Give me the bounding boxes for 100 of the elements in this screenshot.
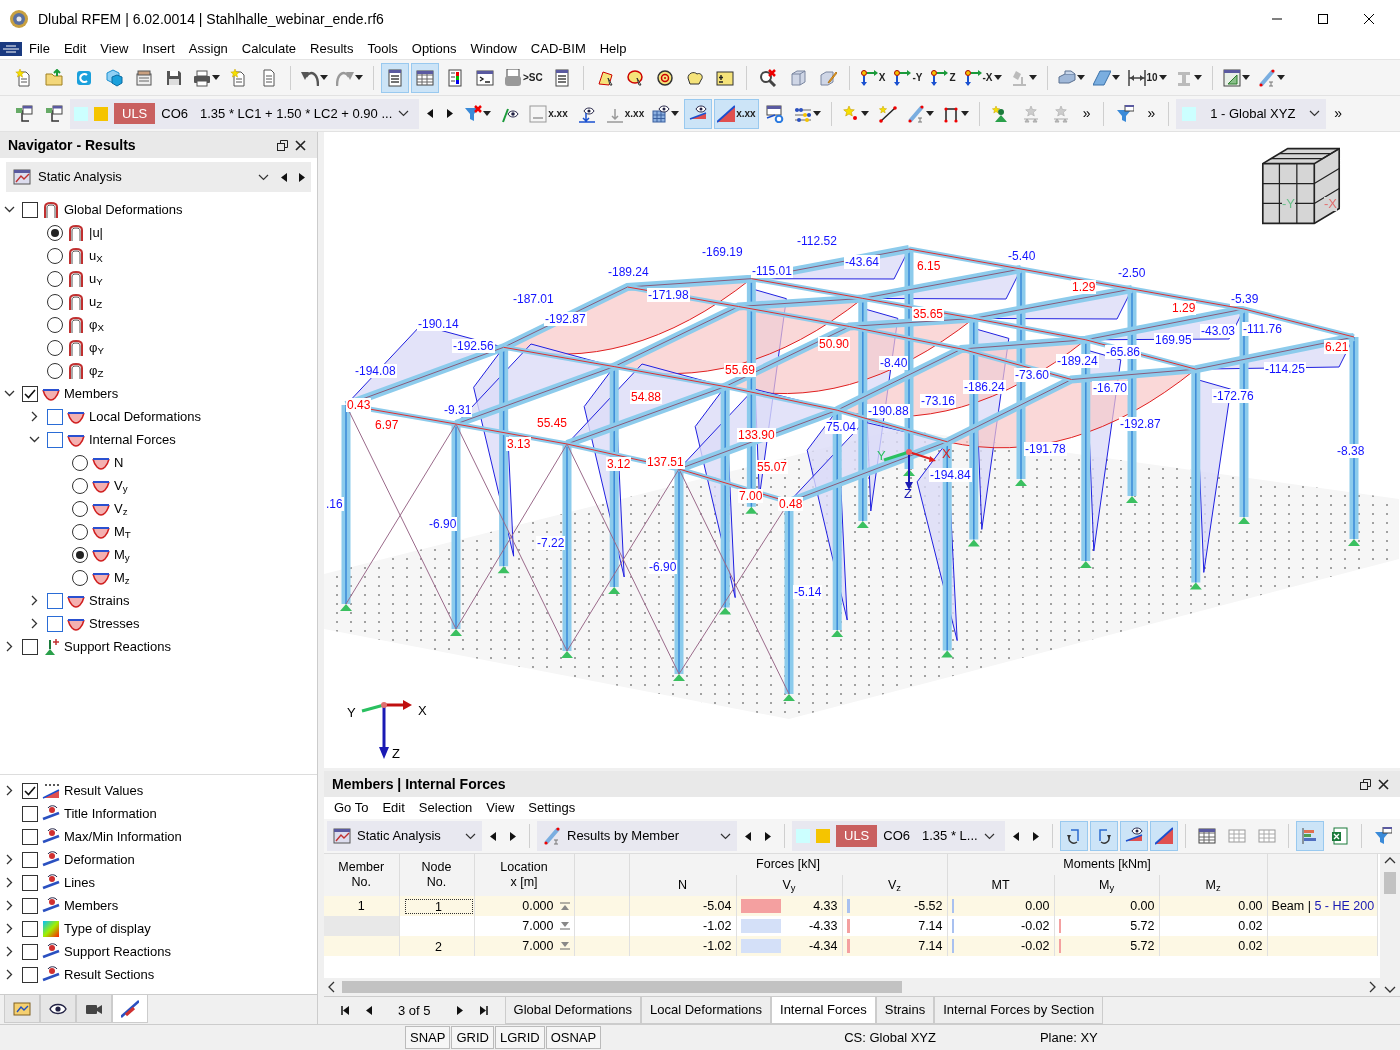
tree-item[interactable]: Lines <box>64 872 96 893</box>
table-cell: 1 <box>324 896 399 916</box>
tree-item[interactable]: Support Reactions <box>64 941 171 962</box>
menu-item[interactable]: Window <box>463 38 524 59</box>
menu-item[interactable]: Help <box>592 38 634 59</box>
tab[interactable]: Local Deformations <box>641 997 772 1024</box>
tree-item[interactable]: φ$_{X}$ <box>89 314 104 335</box>
tree-item[interactable]: Members <box>64 895 119 916</box>
tree-item[interactable]: Result Values <box>64 780 144 801</box>
status-toggle[interactable]: SNAP <box>405 1025 451 1050</box>
tab[interactable]: Internal Forces <box>771 997 876 1024</box>
column-header: V$_{z}$ <box>842 875 948 896</box>
tree-item[interactable]: N <box>114 452 124 473</box>
menu-item[interactable]: Edit <box>375 798 412 818</box>
axis-button[interactable]: -X <box>960 62 1005 93</box>
tree-item[interactable]: Internal Forces <box>89 429 176 450</box>
menu-item[interactable]: Assign <box>181 38 235 59</box>
tab[interactable]: Global Deformations <box>504 997 642 1024</box>
tree-item[interactable]: Global Deformations <box>64 199 183 220</box>
tree-item[interactable]: Title Information <box>64 803 157 824</box>
result-value-label: -43.03 <box>1200 324 1237 338</box>
tree-item[interactable]: Max/Min Information <box>64 826 182 847</box>
menu-item[interactable]: Edit <box>56 38 94 59</box>
tree-item[interactable]: Strains <box>89 590 130 611</box>
tree-item[interactable]: Stresses <box>89 613 140 634</box>
tree-item[interactable]: M$_{z}$ <box>114 567 130 588</box>
result-value-label: -192.87 <box>544 312 587 326</box>
table-cell: 2 <box>399 936 474 956</box>
tree-item[interactable]: Deformation <box>64 849 135 870</box>
result-value-label: 1.29 <box>1171 301 1197 315</box>
axis-button[interactable]: -Y <box>890 62 926 93</box>
tree-item[interactable]: u$_{Y}$ <box>89 268 103 289</box>
load-case-selector[interactable]: ULS CO6 1.35 * LC1 + 1.50 * LC2 + 0.90 ... <box>70 98 420 129</box>
result-value-label: -192.87 <box>1119 417 1162 431</box>
tree-item[interactable]: |u| <box>89 222 103 243</box>
column-header: N <box>629 875 736 896</box>
menu-item[interactable]: Options <box>404 38 464 59</box>
result-value-label: 3.13 <box>506 437 532 451</box>
result-value-label: 6.15 <box>916 259 942 273</box>
table-cell: -4.34 <box>736 936 842 956</box>
status-toggle[interactable]: OSNAP <box>545 1025 602 1050</box>
column-group-header: Moments [kNm] <box>947 854 1268 875</box>
menu-item[interactable]: View <box>93 38 136 59</box>
result-value-label: -9.31 <box>443 403 473 417</box>
result-value-label: 75.04 <box>825 420 858 434</box>
script-button[interactable]: >SC <box>501 62 546 93</box>
column-header: V$_{y}$ <box>736 875 842 896</box>
result-value-label: -5.40 <box>1007 249 1037 263</box>
tree-item[interactable]: φ$_{Y}$ <box>89 337 104 358</box>
more-button[interactable]: » <box>1076 103 1097 124</box>
menu-item[interactable]: CAD-BIM <box>523 38 593 59</box>
load-case-label: CO6 <box>883 827 911 846</box>
menu-item[interactable]: File <box>22 38 57 59</box>
tree-item[interactable]: φ$_{Z}$ <box>89 360 104 381</box>
tree-item[interactable]: Local Deformations <box>89 406 201 427</box>
menu-item[interactable]: View <box>479 798 522 818</box>
result-value-label: 0.43 <box>346 398 372 412</box>
tab[interactable]: Strains <box>875 997 935 1024</box>
load-case-selector[interactable]: ULS CO6 1.35 * L... <box>792 821 1005 851</box>
result-value-label: -111.76 <box>1242 322 1283 336</box>
analysis-dropdown[interactable]: Static Analysis <box>327 821 482 851</box>
tree-item[interactable]: Result Sections <box>64 964 155 985</box>
result-value-label: 0.48 <box>778 497 804 511</box>
values-button[interactable]: x.xx <box>526 98 571 129</box>
result-value-label: 54.88 <box>630 390 663 404</box>
menu-item[interactable]: Results <box>303 38 361 59</box>
diagram-button[interactable]: x.xx <box>714 98 759 129</box>
more-button[interactable]: » <box>1328 103 1349 124</box>
result-value-label: -189.24 <box>607 265 650 279</box>
coordinate-system-dropdown[interactable]: 1 - Global XYZ <box>1176 98 1327 129</box>
menu-item[interactable]: Calculate <box>234 38 304 59</box>
axis-button[interactable]: X <box>856 62 889 93</box>
arrow-button[interactable]: x.xx <box>602 98 648 129</box>
tree-item[interactable]: Type of display <box>64 918 151 939</box>
result-value-label: 133.90 <box>737 428 776 442</box>
tree-item[interactable]: Support Reactions <box>64 636 171 657</box>
axis-button[interactable]: Z <box>927 62 959 93</box>
menu-item[interactable]: Tools <box>360 38 405 59</box>
more-button[interactable]: » <box>1141 103 1162 124</box>
result-value-label: 137.51 <box>646 455 685 469</box>
tree-item[interactable]: V$_{z}$ <box>114 498 128 519</box>
menu-item[interactable]: Go To <box>327 798 376 818</box>
result-value-label: -172.76 <box>1212 389 1255 403</box>
menu-item[interactable]: Insert <box>135 38 182 59</box>
result-type-dropdown[interactable]: Results by Member <box>537 821 737 851</box>
tree-item[interactable]: M$_{T}$ <box>114 521 131 542</box>
column-header: Location x [m] <box>474 854 574 896</box>
table-cell: 0.000 <box>474 896 574 916</box>
tree-item[interactable]: M$_{y}$ <box>114 544 130 565</box>
tree-item[interactable]: Members <box>64 383 119 404</box>
tree-item[interactable]: u$_{Z}$ <box>89 291 103 312</box>
result-value-label: -115.01 <box>751 264 793 278</box>
menu-item[interactable]: Selection <box>411 798 480 818</box>
tree-item[interactable]: V$_{y}$ <box>114 475 128 496</box>
dimension-button[interactable]: 10 <box>1124 62 1170 93</box>
status-toggle[interactable]: GRID <box>451 1025 494 1050</box>
tree-item[interactable]: u$_{X}$ <box>89 245 103 266</box>
tab[interactable]: Internal Forces by Section <box>934 997 1104 1024</box>
menu-item[interactable]: Settings <box>521 798 583 818</box>
status-toggle[interactable]: LGRID <box>494 1025 545 1050</box>
